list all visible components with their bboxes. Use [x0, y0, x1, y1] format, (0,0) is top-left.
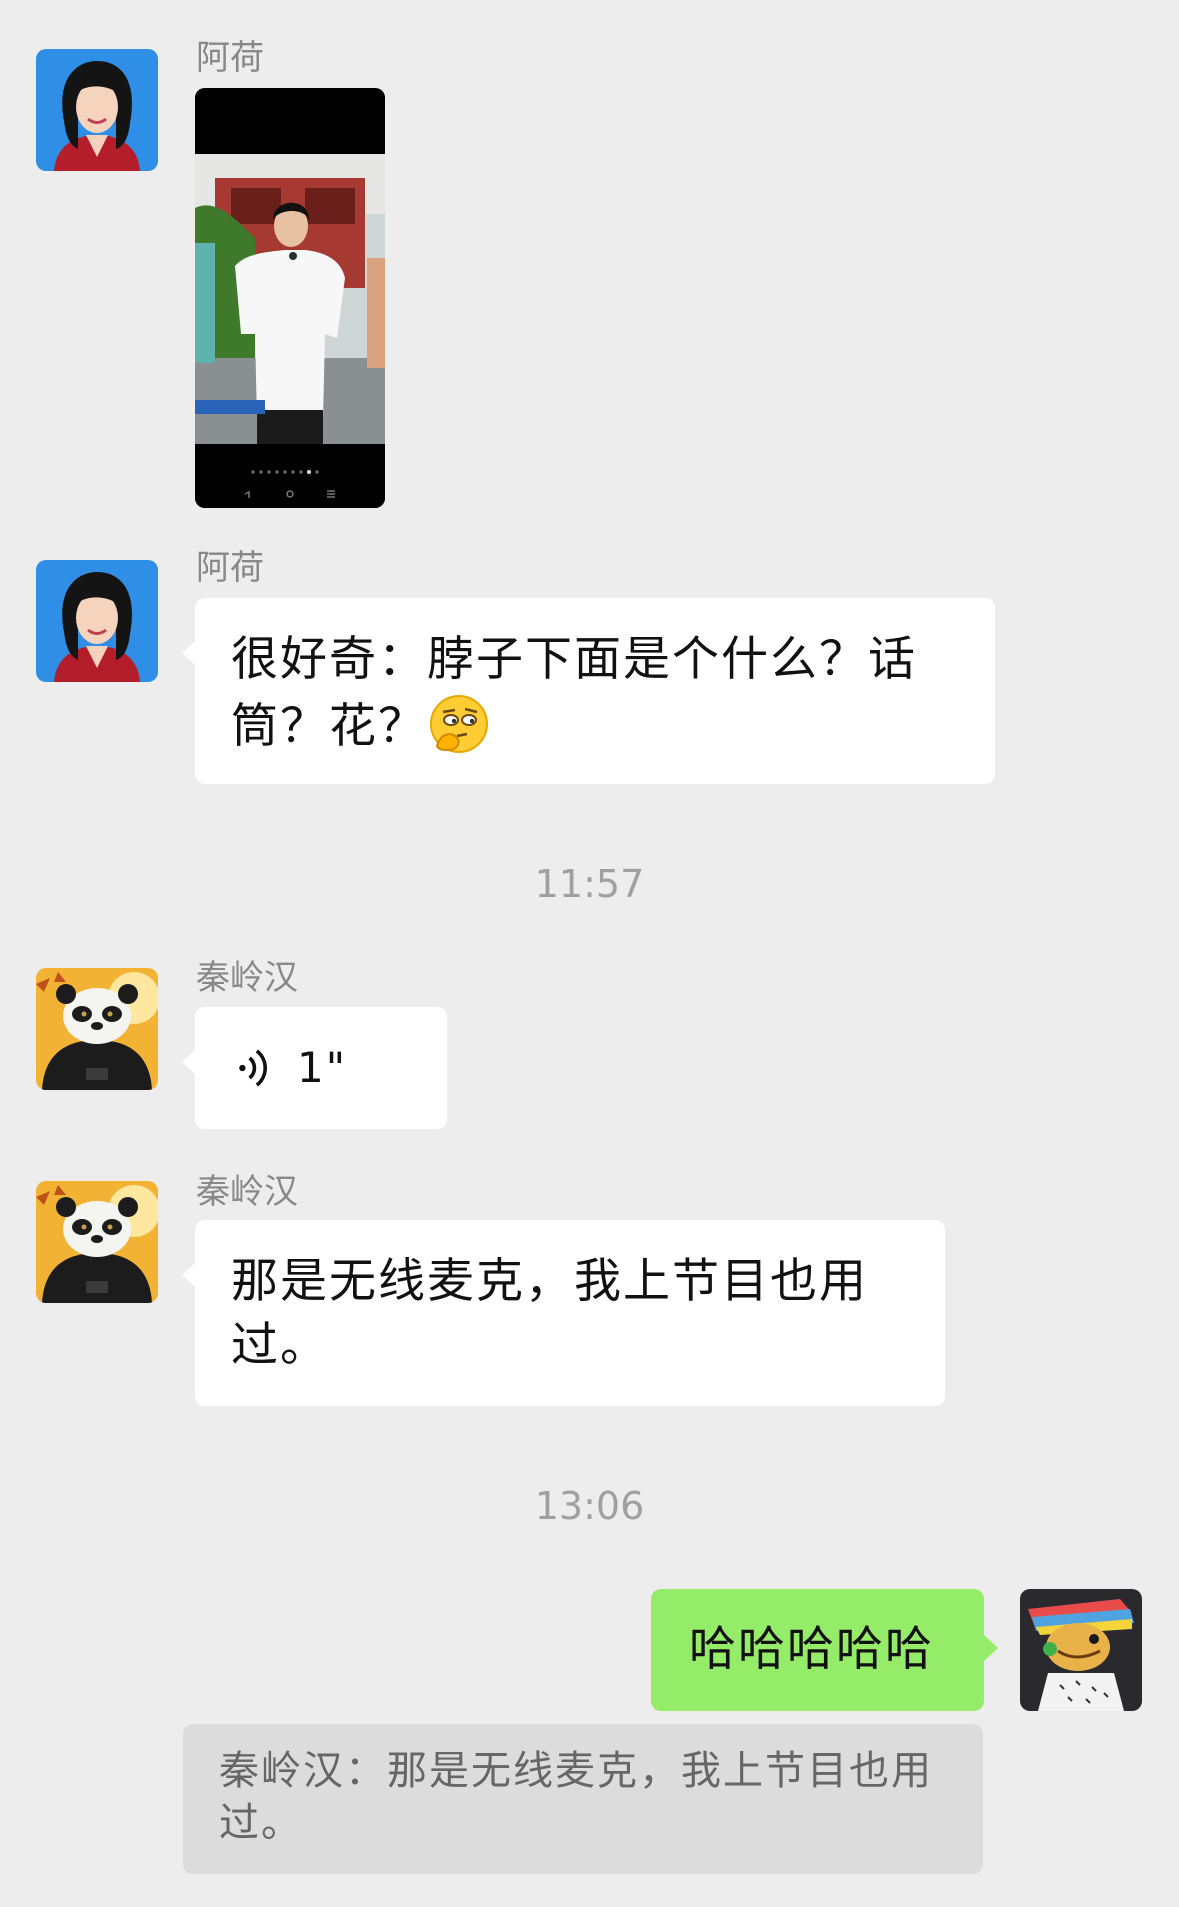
message-text-line: 很好奇：脖子下面是个什么？话 — [231, 632, 917, 687]
thinking-face-emoji — [430, 695, 488, 753]
quoted-reply[interactable]: 秦岭汉：那是无线麦克，我上节目也用 过。 — [183, 1724, 983, 1874]
avatar-me[interactable] — [1020, 1589, 1142, 1711]
message-bubble[interactable]: 那是无线麦克，我上节目也用 过。 — [182, 1220, 945, 1406]
avatar-qinlinghan[interactable] — [36, 1181, 158, 1303]
message-text-line-2: 过。 — [231, 1318, 329, 1373]
voice-message-bubble[interactable]: 1" — [182, 1007, 447, 1129]
sender-name: 秦岭汉 — [196, 1172, 298, 1212]
image-message[interactable] — [195, 88, 385, 508]
video-screenshot-thumbnail — [195, 88, 385, 508]
message-text-line: 那是无线麦克，我上节目也用 — [231, 1254, 868, 1309]
avatar-qinlinghan[interactable] — [36, 968, 158, 1090]
message-text: 哈哈哈哈哈 — [689, 1622, 934, 1677]
quoted-text-line-2: 过。 — [219, 1800, 303, 1846]
message-text-line-2: 筒？花？ — [231, 692, 959, 759]
avatar-ahe[interactable] — [36, 560, 158, 682]
message-bubble[interactable]: 很好奇：脖子下面是个什么？话 筒？花？ — [182, 598, 995, 784]
timestamp: 11:57 — [534, 862, 645, 906]
sender-name: 阿荷 — [196, 548, 264, 588]
sender-name: 阿荷 — [196, 38, 264, 78]
avatar-ahe[interactable] — [36, 49, 158, 171]
outgoing-message-bubble[interactable]: 哈哈哈哈哈 — [651, 1589, 998, 1711]
voice-duration: 1" — [297, 1043, 348, 1092]
voice-wave-icon — [239, 1049, 267, 1087]
sender-name: 秦岭汉 — [196, 958, 298, 998]
quoted-text-line: 秦岭汉：那是无线麦克，我上节目也用 — [219, 1748, 933, 1794]
timestamp: 13:06 — [534, 1484, 645, 1528]
